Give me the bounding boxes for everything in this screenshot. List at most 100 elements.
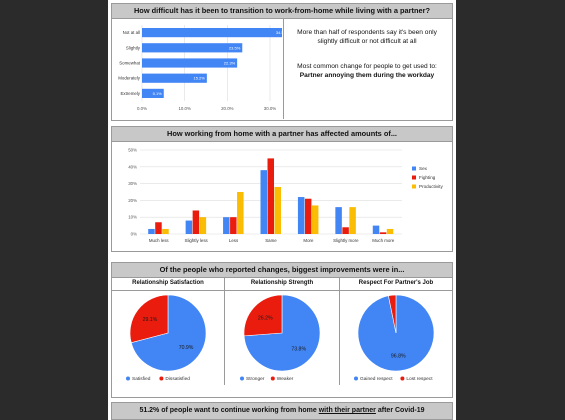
category-label: Not at all: [123, 30, 140, 35]
amounts-section: How working from home with a partner has…: [111, 126, 453, 252]
amount-bar-fighting: [342, 227, 349, 234]
amount-bar-sex: [185, 220, 193, 234]
y-tick-label: 0%: [131, 232, 137, 237]
category-label: Much less: [149, 238, 170, 243]
legend-label-productivity: Productivity: [419, 184, 443, 189]
pie-data-label: 29.1%: [143, 317, 158, 323]
category-label: More: [303, 238, 314, 243]
amount-bar-sex: [148, 228, 155, 234]
pie-title-strength: Relationship Strength: [225, 277, 339, 291]
amount-bar-productivity: [237, 192, 244, 234]
legend-dot-stronger: [240, 376, 244, 381]
respect-pie: 96.8% Gained respect Lost respect: [354, 294, 435, 382]
amount-bar-fighting: [304, 198, 312, 234]
legend-swatch-sex: [412, 166, 416, 171]
legend-dot-satisfied: [126, 376, 130, 381]
pie-data-label: 96.8%: [391, 354, 406, 360]
category-label: Much more: [372, 238, 395, 243]
x-tick-label: 20.0%: [221, 106, 234, 111]
legend-swatch-productivity: [412, 184, 416, 189]
satisfaction-pie: 70.9% 29.1% Satisfied Dissatisfied: [126, 294, 207, 382]
legend-label-lost-respect: Lost respect: [406, 376, 433, 382]
legend-dot-dissatisfied: [159, 376, 164, 381]
category-label: Extremely: [120, 91, 140, 96]
pie-data-label: 73.8%: [291, 347, 306, 353]
data-label: 15.2%: [194, 76, 206, 81]
difficulty-note: More than half of respondents say it's b…: [297, 29, 437, 45]
amount-bar-productivity: [162, 228, 169, 234]
common-change-label: Most common change for people to get use…: [297, 63, 437, 70]
legend-label-dissatisfied: Dissatisfied: [165, 376, 190, 382]
amount-bar-productivity: [311, 205, 319, 234]
legend-label-sex: Sex: [419, 166, 428, 171]
amount-bar-productivity: [349, 207, 356, 234]
footer-banner: 51.2% of people want to continue working…: [111, 402, 453, 420]
y-tick-label: 30%: [128, 181, 137, 186]
data-label: 23.5%: [229, 45, 241, 50]
difficulty-bar: [142, 28, 282, 38]
difficulty-bar: [142, 43, 243, 53]
y-tick-label: 50%: [128, 148, 137, 153]
common-change-value: Partner annoying them during the workday: [299, 72, 435, 79]
legend-label-gained-respect: Gained respect: [360, 376, 393, 382]
amounts-title: How working from home with a partner has…: [112, 127, 452, 142]
difficulty-title: How difficult has it been to transition …: [112, 4, 452, 19]
pie-panel-strength: Relationship Strength 73.8% 26.2% Stronger…: [225, 277, 340, 385]
infographic-sheet: How difficult has it been to transition …: [108, 0, 456, 420]
category-label: Less: [229, 238, 239, 243]
x-tick-label: 30.0%: [264, 106, 277, 111]
amount-bar-fighting: [155, 222, 162, 234]
pie-title-satisfaction: Relationship Satisfaction: [112, 277, 224, 291]
category-label: Slightly more: [333, 238, 359, 243]
pie-title-respect: Respect For Partner's Job: [340, 277, 452, 291]
amount-bar-productivity: [274, 186, 281, 234]
amount-bar-productivity: [199, 217, 207, 234]
legend-dot-lost-respect: [400, 376, 405, 381]
footer-highlight: with their partner: [318, 407, 376, 414]
amount-bar-sex: [260, 170, 267, 234]
x-tick-label: 10.0%: [178, 106, 191, 111]
amount-bar-fighting: [230, 217, 237, 234]
section-divider: [283, 19, 284, 119]
y-tick-label: 20%: [128, 198, 137, 203]
footer-prefix: 51.2% of people want to continue working…: [139, 407, 319, 414]
legend-dot-gained-respect: [354, 376, 358, 381]
y-tick-label: 10%: [128, 215, 137, 220]
difficulty-bar-chart: 0.0% 10.0% 20.0% 30.0% Not at all 34.5% Slight…: [118, 25, 282, 111]
category-label: Somewhat: [119, 61, 141, 66]
category-label: Slightly: [126, 45, 141, 50]
footer-suffix: after Covid-19: [375, 407, 425, 414]
amounts-bar-chart: 0% 10% 20% 30% 40% 50% Much less Slightly less L…: [128, 148, 443, 244]
category-label: Slightly less: [185, 238, 209, 243]
data-label: 34.5%: [276, 30, 282, 35]
amount-bar-sex: [223, 217, 230, 234]
amount-bar-productivity: [386, 228, 394, 234]
category-label: Moderately: [118, 76, 141, 81]
amount-bar-sex: [297, 197, 305, 234]
pie-data-label: 70.9%: [179, 345, 194, 351]
amount-bar-sex: [335, 207, 342, 234]
data-label: 22.3%: [224, 61, 236, 66]
amount-bar-fighting: [192, 210, 200, 234]
legend-label-weaker: Weaker: [277, 376, 294, 382]
strength-pie: 73.8% 26.2% Stronger Weaker: [240, 294, 321, 382]
pie-panel-satisfaction: Relationship Satisfaction 70.9% 29.1% Sati…: [112, 277, 225, 385]
amount-bar-fighting: [379, 232, 387, 234]
legend-dot-weaker: [270, 376, 275, 381]
x-tick-label: 0.0%: [137, 106, 147, 111]
amount-bar-sex: [372, 225, 380, 234]
pie-data-label: 26.2%: [258, 315, 273, 321]
difficulty-section: How difficult has it been to transition …: [111, 3, 453, 121]
legend-label-stronger: Stronger: [246, 376, 265, 382]
pie-panel-respect: Respect For Partner's Job 96.8% Gained re…: [340, 277, 452, 385]
y-tick-label: 40%: [128, 164, 137, 169]
category-label: Same: [265, 238, 277, 243]
legend-swatch-fighting: [412, 175, 416, 180]
common-change-note: Most common change for people to get use…: [287, 62, 447, 80]
legend-label-fighting: Fighting: [419, 175, 436, 180]
improvements-section: Of the people who reported changes, bigg…: [111, 262, 453, 398]
data-label: 5.1%: [153, 91, 163, 96]
legend-label-satisfied: Satisfied: [132, 376, 151, 382]
improvements-title: Of the people who reported changes, bigg…: [112, 263, 452, 278]
amount-bar-fighting: [267, 158, 274, 234]
